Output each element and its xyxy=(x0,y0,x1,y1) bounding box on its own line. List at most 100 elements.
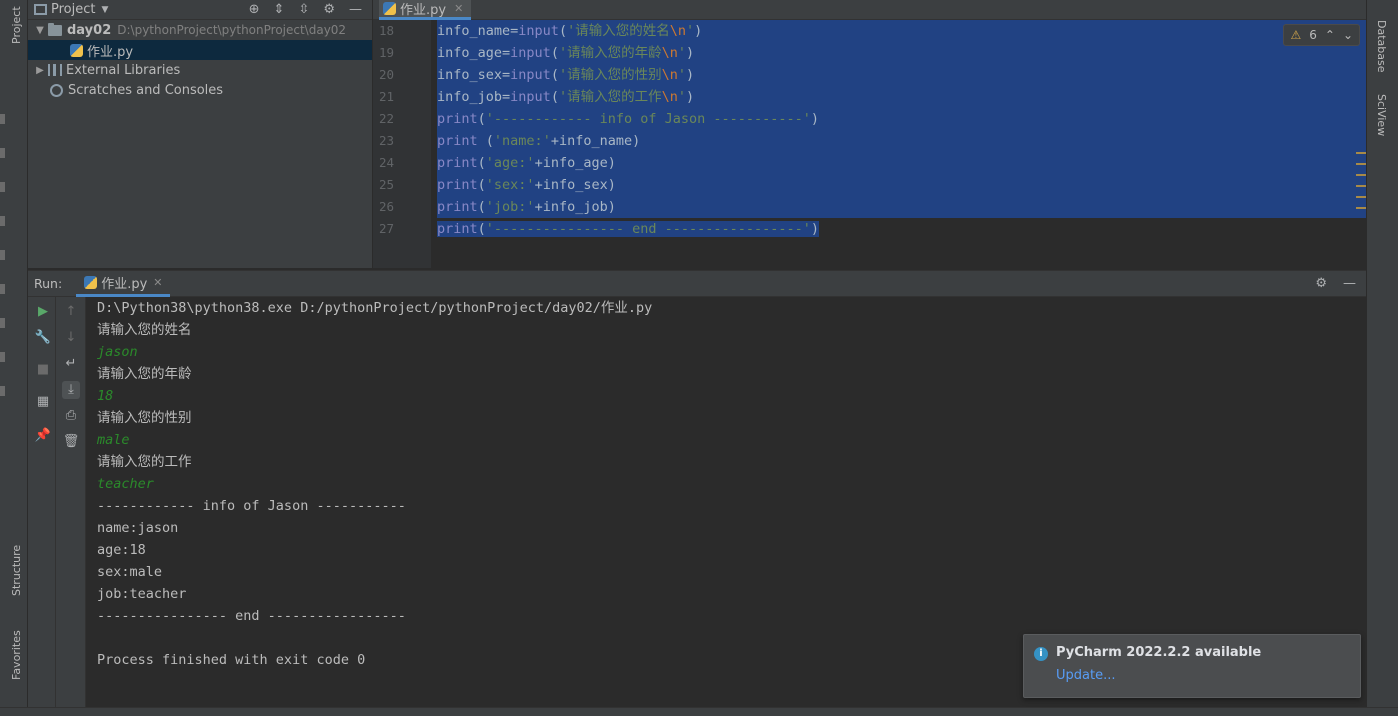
project-tool-tab[interactable]: Project xyxy=(10,6,23,44)
code-text: print('------------ info of Jason ------… xyxy=(437,108,1366,130)
project-panel-header: Project ▼ ⊕ ⇕ ⇳ ⚙ — xyxy=(28,0,372,20)
project-panel: Project ▼ ⊕ ⇕ ⇳ ⚙ — ▼ day02 D:\pythonPro… xyxy=(28,0,372,268)
editor-tab-bar: 作业.py ✕ xyxy=(373,0,1366,20)
line-number: 20 xyxy=(379,67,395,82)
console-line: 请输入您的年龄 xyxy=(97,366,192,382)
soft-wrap-icon[interactable]: ↵ xyxy=(62,355,80,373)
editor-tab-label: 作业.py xyxy=(400,3,447,18)
print-icon[interactable]: ⎙ xyxy=(62,407,80,425)
run-toolbar-secondary: ↑ ↓ ↵ ⤓ ⎙ 🗑 xyxy=(56,297,86,707)
tree-root-folder[interactable]: ▼ day02 D:\pythonProject\pythonProject\d… xyxy=(28,20,372,40)
layout-icon[interactable]: ▦ xyxy=(34,393,52,411)
minimize-icon[interactable]: — xyxy=(349,2,362,17)
line-number: 26 xyxy=(379,199,395,214)
close-icon[interactable]: ✕ xyxy=(454,2,463,15)
line-number: 19 xyxy=(379,45,395,60)
pin-icon[interactable]: 📌 xyxy=(34,427,52,445)
console-line: 请输入您的姓名 xyxy=(97,322,192,338)
run-tab[interactable]: 作业.py ✕ xyxy=(76,270,171,297)
console-line: ------------ info of Jason ----------- xyxy=(97,498,406,514)
warning-count: 6 xyxy=(1309,28,1317,42)
notification-title: PyCharm 2022.2.2 available xyxy=(1056,645,1262,660)
line-number: 21 xyxy=(379,89,395,104)
console-line: 请输入您的工作 xyxy=(97,454,192,470)
arrow-down-icon[interactable]: ↓ xyxy=(62,329,80,347)
gear-icon[interactable]: ⚙ xyxy=(1315,276,1327,291)
gear-icon[interactable]: ⚙ xyxy=(323,2,335,17)
collapse-all-icon[interactable]: ⇳ xyxy=(298,2,309,17)
code-text: info_name=input('请输入您的姓名\n') xyxy=(437,20,1366,42)
inspection-widget[interactable]: ⚠ 6 ⌃ ⌄ xyxy=(1283,24,1360,46)
console-exit-line: Process finished with exit code 0 xyxy=(97,652,366,668)
code-line[interactable]: 23 print ('name:'+info_name) xyxy=(373,130,1366,152)
favorites-tool-tab[interactable]: Favorites xyxy=(10,630,23,680)
line-number: 24 xyxy=(379,155,395,170)
trash-icon[interactable]: 🗑 xyxy=(62,433,80,451)
editor-tab-active[interactable]: 作业.py ✕ xyxy=(379,0,472,20)
wrench-icon[interactable]: 🔧 xyxy=(34,329,52,347)
file-name: 作业.py xyxy=(87,44,134,60)
code-line[interactable]: 24 print('age:'+info_age) xyxy=(373,152,1366,174)
locate-icon[interactable]: ⊕ xyxy=(249,2,260,17)
project-panel-title[interactable]: Project xyxy=(51,2,95,17)
code-line[interactable]: 25 print('sex:'+info_sex) xyxy=(373,174,1366,196)
sciview-tool-tab[interactable]: SciView xyxy=(1375,94,1388,136)
arrow-up-icon[interactable]: ↑ xyxy=(62,303,80,321)
console-input-line: male xyxy=(97,432,130,448)
chevron-up-icon[interactable]: ⌃ xyxy=(1325,28,1335,42)
line-number: 25 xyxy=(379,177,395,192)
scroll-to-end-icon[interactable]: ⤓ xyxy=(62,381,80,399)
run-toolbar-primary: ▶ 🔧 ■ ▦ 📌 xyxy=(28,297,56,707)
scratches-icon xyxy=(50,83,63,97)
run-panel-header: Run: 作业.py ✕ ⚙ — xyxy=(28,270,1366,297)
code-line[interactable]: 18 info_name=input('请输入您的姓名\n') xyxy=(373,20,1366,42)
console-line: job:teacher xyxy=(97,586,187,602)
update-notification: i PyCharm 2022.2.2 available Update... xyxy=(1023,634,1361,698)
folder-path: D:\pythonProject\pythonProject\day02 xyxy=(117,23,347,37)
python-file-icon xyxy=(383,2,396,15)
code-editor[interactable]: 18 info_name=input('请输入您的姓名\n') 19 info_… xyxy=(373,20,1366,268)
tree-external-libraries[interactable]: ▶ External Libraries xyxy=(28,60,372,80)
database-tool-tab[interactable]: Database xyxy=(1375,20,1388,73)
code-text: info_job=input('请输入您的工作\n') xyxy=(437,86,1366,108)
tree-file-item[interactable]: 作业.py xyxy=(28,40,372,60)
right-tool-strip: Database SciView xyxy=(1366,0,1398,716)
line-number: 23 xyxy=(379,133,395,148)
project-view-icon xyxy=(34,4,47,15)
run-label: Run: xyxy=(34,276,63,291)
code-line[interactable]: 22 print('------------ info of Jason ---… xyxy=(373,108,1366,130)
code-text: info_sex=input('请输入您的性别\n') xyxy=(437,64,1366,86)
code-line[interactable]: 21 info_job=input('请输入您的工作\n') xyxy=(373,86,1366,108)
code-text: print('sex:'+info_sex) xyxy=(437,174,1366,196)
console-line: age:18 xyxy=(97,542,146,558)
structure-tool-tab[interactable]: Structure xyxy=(10,545,23,596)
chevron-down-icon[interactable]: ⌄ xyxy=(1343,28,1353,42)
expand-all-icon[interactable]: ⇕ xyxy=(274,2,285,17)
scrollbar-markers xyxy=(1356,152,1366,218)
code-line[interactable]: 19 info_age=input('请输入您的年龄\n') xyxy=(373,42,1366,64)
info-icon: i xyxy=(1034,647,1048,661)
console-line: ---------------- end ----------------- xyxy=(97,608,406,624)
rerun-icon[interactable]: ▶ xyxy=(34,303,52,321)
console-input-line: teacher xyxy=(97,476,154,492)
code-text: print('---------------- end ------------… xyxy=(437,221,820,237)
code-line[interactable]: 20 info_sex=input('请输入您的性别\n') xyxy=(373,64,1366,86)
line-number: 18 xyxy=(379,23,395,38)
code-line[interactable]: 27 print('---------------- end ---------… xyxy=(373,218,1366,240)
console-line: 请输入您的性别 xyxy=(97,410,192,426)
stop-icon[interactable]: ■ xyxy=(34,361,52,379)
chevron-down-icon[interactable]: ▼ xyxy=(32,25,48,36)
chevron-right-icon[interactable]: ▶ xyxy=(32,65,48,76)
left-tool-strip: Project Structure Favorites xyxy=(0,0,28,716)
chevron-down-icon[interactable]: ▼ xyxy=(101,5,108,15)
tree-scratches[interactable]: Scratches and Consoles xyxy=(28,80,372,100)
console-line: sex:male xyxy=(97,564,163,580)
code-text: print ('name:'+info_name) xyxy=(437,130,1366,152)
scratches-label: Scratches and Consoles xyxy=(68,82,224,98)
close-icon[interactable]: ✕ xyxy=(153,276,162,289)
code-line[interactable]: 26 print('job:'+info_job) xyxy=(373,196,1366,218)
minimize-icon[interactable]: — xyxy=(1343,276,1356,291)
code-text: print('job:'+info_job) xyxy=(437,196,1366,218)
warning-icon: ⚠ xyxy=(1290,28,1302,42)
update-link[interactable]: Update... xyxy=(1056,668,1115,683)
